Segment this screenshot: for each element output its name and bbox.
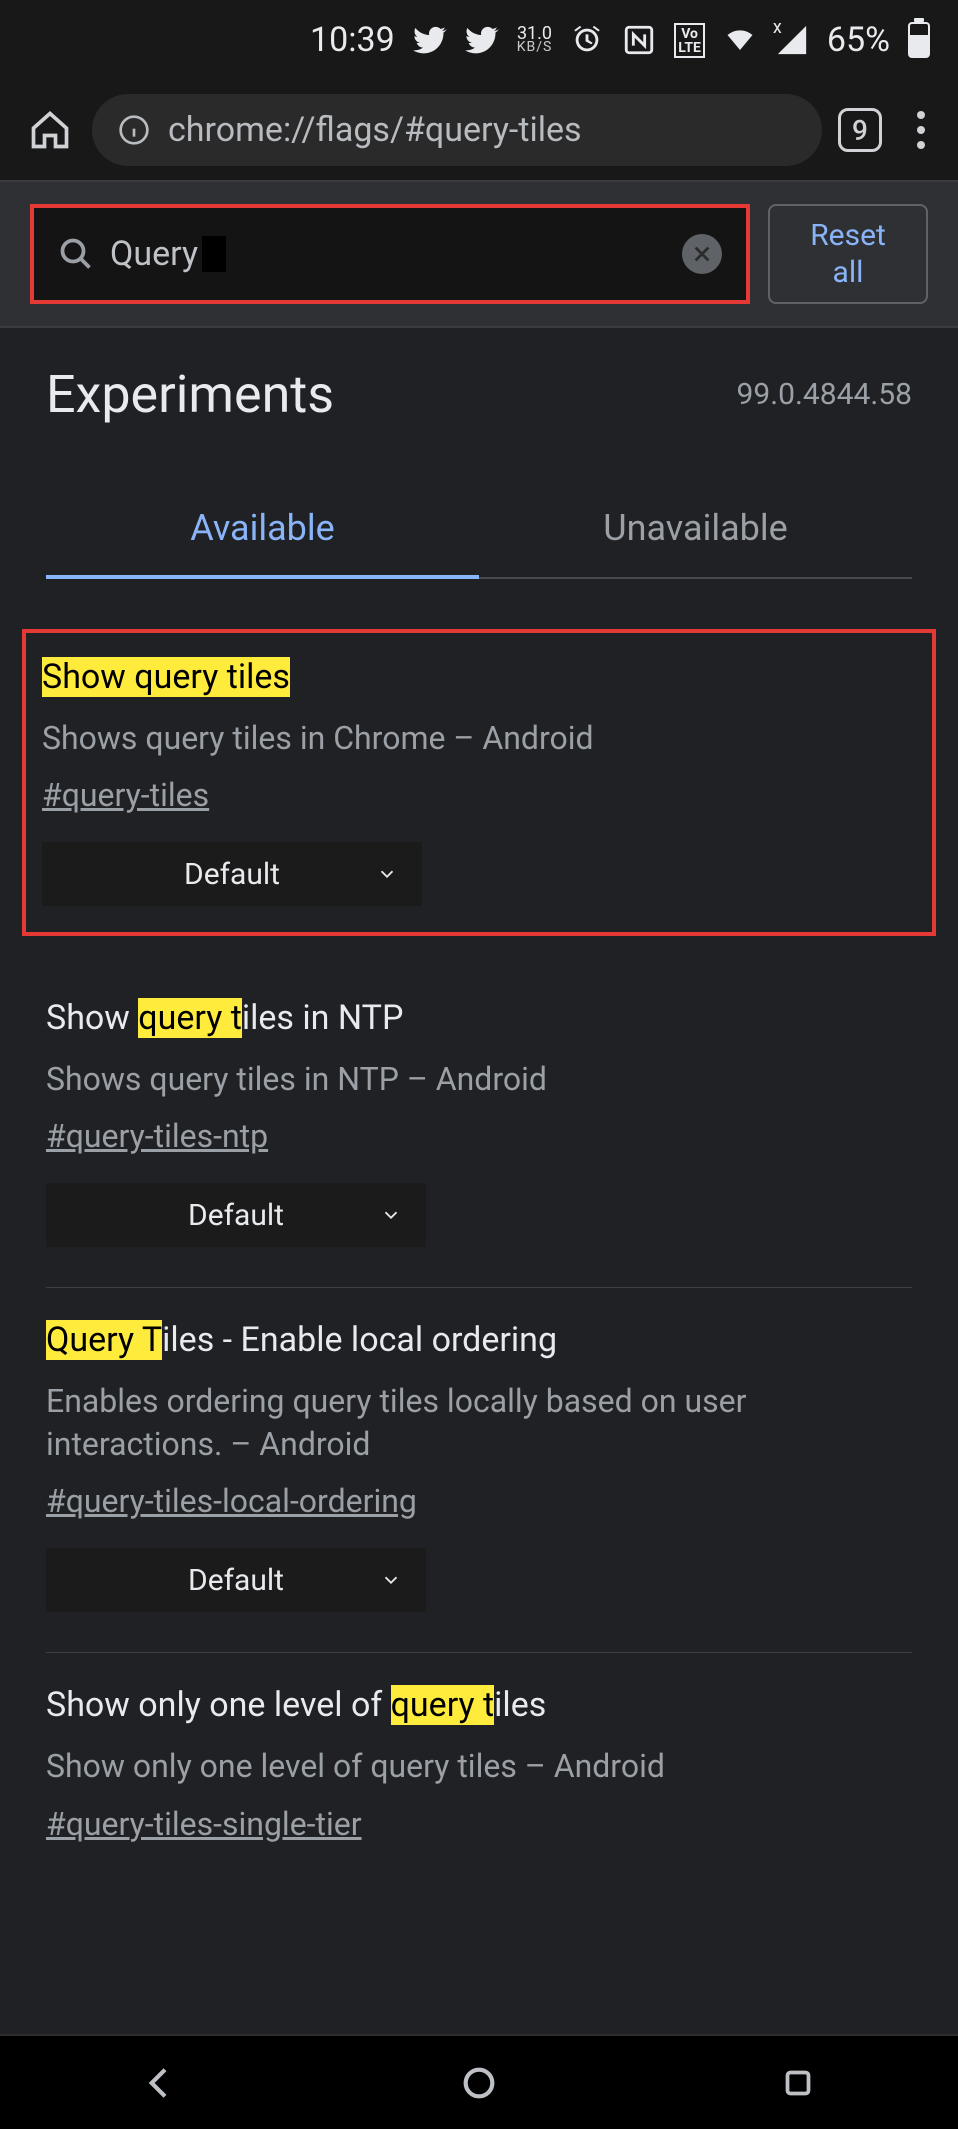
omnibox[interactable]: chrome://flags/#query-tiles — [92, 94, 822, 166]
flag-permalink[interactable]: #query-tiles — [42, 776, 209, 814]
flag-permalink[interactable]: #query-tiles-local-ordering — [46, 1482, 417, 1520]
tab-count: 9 — [852, 114, 868, 147]
flag-title: Show query tiles — [42, 655, 916, 701]
flag-select[interactable]: Default — [46, 1548, 426, 1612]
flag-description: Show only one level of query tiles – And… — [46, 1745, 912, 1788]
network-speed: 31.0 KB/S — [517, 27, 553, 53]
network-speed-unit: KB/S — [517, 42, 553, 53]
flag-title-highlight: Show query tiles — [42, 657, 290, 697]
omnibox-url: chrome://flags/#query-tiles — [168, 110, 582, 150]
flag-item: Show only one level of query tiles Show … — [46, 1653, 912, 1882]
status-bar: 10:39 31.0 KB/S Vo LTE x 65% — [0, 0, 958, 80]
search-icon — [58, 236, 94, 272]
site-info-icon[interactable] — [118, 114, 150, 146]
battery-fill — [910, 35, 928, 56]
back-button[interactable] — [138, 2061, 182, 2105]
chrome-version: 99.0.4844.58 — [737, 377, 912, 412]
tab-row: Available Unavailable — [46, 507, 912, 579]
search-text: Query — [110, 234, 198, 274]
cell-signal-icon: x — [775, 23, 809, 57]
text-cursor — [202, 236, 226, 272]
flags-list: Show query tiles Shows query tiles in Ch… — [0, 579, 958, 1883]
status-time: 10:39 — [310, 20, 395, 60]
tab-switcher-button[interactable]: 9 — [838, 108, 882, 152]
home-nav-button[interactable] — [457, 2061, 501, 2105]
page-header: Experiments 99.0.4844.58 — [0, 328, 958, 437]
flag-description: Shows query tiles in NTP – Android — [46, 1058, 912, 1101]
volte-icon: Vo LTE — [674, 23, 705, 58]
flag-title-post: iles - Enable local ordering — [162, 1320, 557, 1360]
flag-item: Show query tiles Shows query tiles in Ch… — [22, 629, 936, 936]
browser-toolbar: chrome://flags/#query-tiles 9 — [0, 80, 958, 180]
volte-top: Vo — [681, 27, 698, 41]
chevron-down-icon — [380, 1204, 402, 1226]
flag-title-highlight: query t — [391, 1685, 495, 1725]
tab-available[interactable]: Available — [46, 507, 479, 579]
home-button[interactable] — [24, 104, 76, 156]
flag-description: Enables ordering query tiles locally bas… — [46, 1380, 912, 1466]
flag-select-value: Default — [184, 857, 280, 892]
clear-search-button[interactable] — [682, 234, 722, 274]
twitter-icon — [465, 23, 499, 57]
battery-percent: 65% — [827, 20, 890, 60]
search-value: Query — [110, 234, 226, 274]
flags-search-input[interactable]: Query — [30, 204, 750, 304]
nfc-icon — [622, 23, 656, 57]
flag-select-value: Default — [188, 1198, 284, 1233]
flag-title-pre: Show only one level of — [46, 1685, 391, 1725]
recents-button[interactable] — [776, 2061, 820, 2105]
chevron-down-icon — [380, 1569, 402, 1591]
flag-title-highlight: Query T — [46, 1320, 162, 1360]
flag-permalink[interactable]: #query-tiles-single-tier — [46, 1805, 362, 1843]
chevron-down-icon — [376, 863, 398, 885]
flag-title: Show query tiles in NTP — [46, 996, 912, 1042]
alarm-icon — [570, 23, 604, 57]
flag-title-post: iles in NTP — [242, 998, 404, 1038]
tab-unavailable[interactable]: Unavailable — [479, 507, 912, 577]
flag-select[interactable]: Default — [46, 1183, 426, 1247]
flags-search-row: Query Reset all — [0, 180, 958, 328]
flag-title: Show only one level of query tiles — [46, 1683, 912, 1729]
flag-select[interactable]: Default — [42, 842, 422, 906]
battery-icon — [908, 22, 930, 58]
twitter-icon — [413, 23, 447, 57]
page-title: Experiments — [46, 364, 334, 425]
system-nav-bar — [0, 2034, 958, 2129]
flag-select-value: Default — [188, 1563, 284, 1598]
signal-annotation: x — [773, 17, 782, 38]
flag-title: Query Tiles - Enable local ordering — [46, 1318, 912, 1364]
flag-title-post: iles — [494, 1685, 546, 1725]
reset-all-button[interactable]: Reset all — [768, 204, 928, 304]
flag-item: Show query tiles in NTP Shows query tile… — [46, 966, 912, 1288]
flag-item: Query Tiles - Enable local ordering Enab… — [46, 1288, 912, 1653]
flag-permalink[interactable]: #query-tiles-ntp — [46, 1117, 268, 1155]
volte-bot: LTE — [678, 41, 701, 55]
wifi-icon — [723, 23, 757, 57]
flag-title-highlight: query t — [138, 998, 242, 1038]
flag-title-pre: Show — [46, 998, 138, 1038]
flag-description: Shows query tiles in Chrome – Android — [42, 717, 916, 760]
overflow-menu-button[interactable] — [908, 111, 934, 149]
